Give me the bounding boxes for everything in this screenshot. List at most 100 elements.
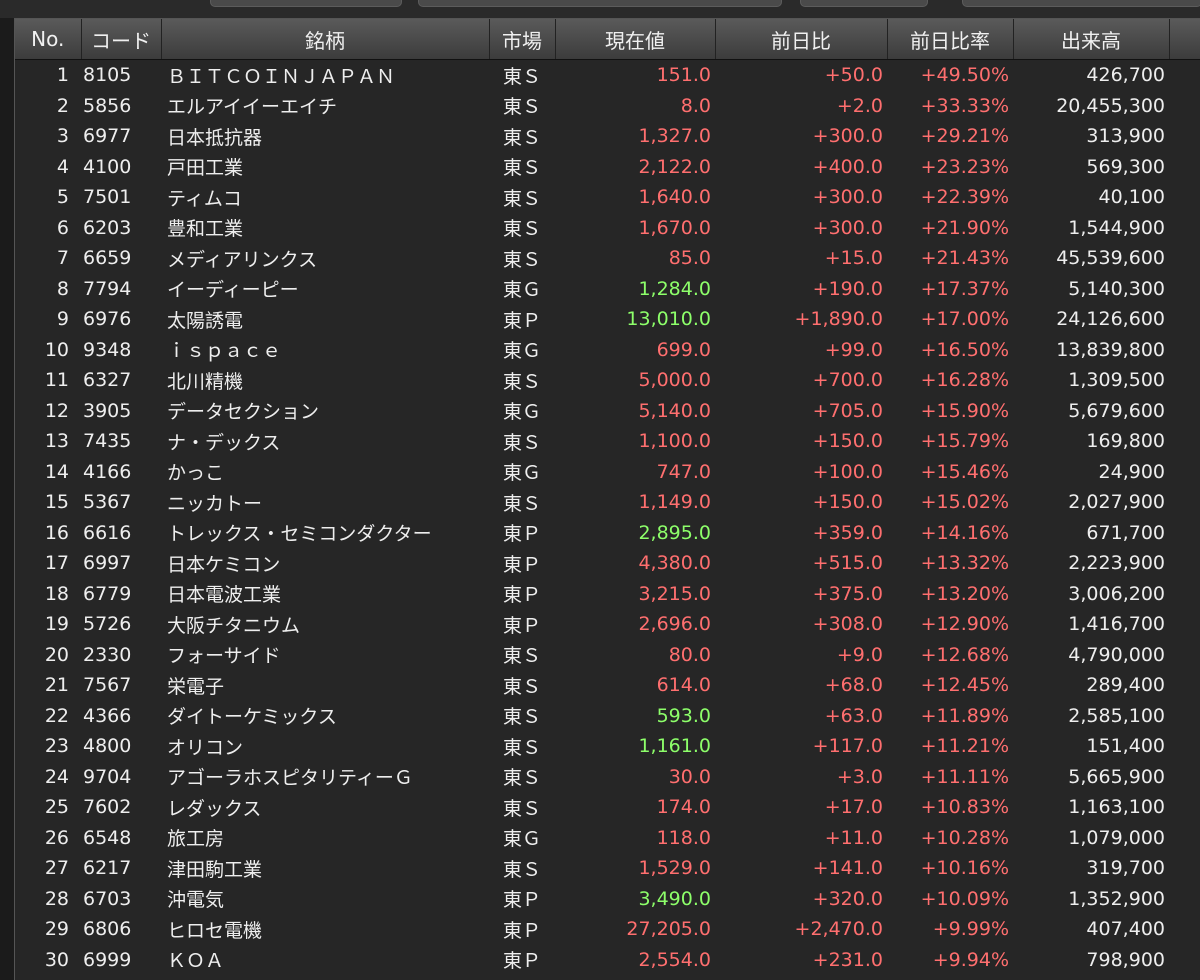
row-change-pct: +11.89% (920, 704, 1009, 727)
header-change[interactable]: 前日比 (715, 19, 888, 60)
row-change-pct: +10.83% (920, 796, 1009, 819)
row-no: 23 (44, 735, 69, 758)
row-market: 東Ｓ (503, 126, 542, 149)
row-no: 14 (44, 460, 69, 483)
row-volume: 313,900 (1086, 125, 1165, 148)
table-row[interactable]: 8 7794 イーディーピー 東Ｇ 1,284.0 +190.0 +17.37% 5,140,… (15, 273, 1200, 304)
table-row[interactable]: 17 6997 日本ケミコン 東Ｐ 4,380.0 +515.0 +13.32% 2,223,… (15, 548, 1200, 579)
row-change: +359.0 (812, 521, 883, 544)
table-row[interactable]: 21 7567 栄電子 東Ｓ 614.0 +68.0 +12.45% 289,400 (15, 670, 1200, 701)
row-market: 東Ｐ (503, 584, 542, 607)
table-row[interactable]: 7 6659 メディアリンクス 東Ｓ 85.0 +15.0 +21.43% 45,539,60… (15, 243, 1200, 274)
table-row[interactable]: 15 5367 ニッカトー 東Ｓ 1,149.0 +150.0 +15.02% 2,027,9… (15, 487, 1200, 518)
row-code: 4166 (83, 460, 132, 483)
row-volume: 289,400 (1086, 674, 1165, 697)
table-row[interactable]: 22 4366 ダイトーケミックス 東Ｓ 593.0 +63.0 +11.89% 2,585,… (15, 700, 1200, 731)
row-change: +231.0 (812, 948, 883, 971)
row-volume: 2,223,900 (1068, 552, 1165, 575)
table-row[interactable]: 2 5856 エルアイイーエイチ 東Ｓ 8.0 +2.0 +33.33% 20,455,300 (15, 90, 1200, 121)
row-code: 7435 (83, 430, 132, 453)
row-no: 19 (44, 613, 69, 636)
row-no: 10 (44, 338, 69, 361)
row-filler (1169, 853, 1200, 884)
row-change-pct: +12.68% (920, 643, 1009, 666)
table-row[interactable]: 10 9348 ｉｓｐａｃｅ 東Ｇ 699.0 +99.0 +16.50% 13,839,80… (15, 334, 1200, 365)
table-row[interactable]: 27 6217 津田駒工業 東Ｓ 1,529.0 +141.0 +10.16% 319,700 (15, 853, 1200, 884)
row-change-pct: +16.50% (920, 338, 1009, 361)
table-row[interactable]: 11 6327 北川精機 東Ｓ 5,000.0 +700.0 +16.28% 1,309,50… (15, 365, 1200, 396)
row-no: 26 (44, 826, 69, 849)
table-row[interactable]: 3 6977 日本抵抗器 東Ｓ 1,327.0 +300.0 +29.21% 313,900 (15, 121, 1200, 152)
toolbar-tab[interactable] (210, 0, 402, 7)
table-row[interactable]: 4 4100 戸田工業 東Ｓ 2,122.0 +400.0 +23.23% 569,300 (15, 151, 1200, 182)
row-filler (1169, 609, 1200, 640)
table-row[interactable]: 19 5726 大阪チタニウム 東Ｐ 2,696.0 +308.0 +12.90% 1,416… (15, 609, 1200, 640)
header-code[interactable]: コード (81, 19, 162, 60)
toolbar-tab[interactable] (418, 0, 782, 7)
row-no: 6 (56, 216, 69, 239)
table-row[interactable]: 5 7501 ティムコ 東Ｓ 1,640.0 +300.0 +22.39% 40,100 (15, 182, 1200, 213)
row-change-pct: +11.11% (920, 765, 1009, 788)
header-volume[interactable]: 出来高 (1013, 19, 1170, 60)
table-row[interactable]: 24 9704 アゴーラホスピタリティーＧ 東Ｓ 30.0 +3.0 +11.11% 5,66… (15, 761, 1200, 792)
row-volume: 1,309,500 (1068, 369, 1165, 392)
row-price: 151.0 (656, 64, 711, 87)
row-change-pct: +9.99% (932, 918, 1009, 941)
header-name[interactable]: 銘柄 (161, 19, 490, 60)
table-row[interactable]: 30 6999 ＫＯＡ 東Ｐ 2,554.0 +231.0 +9.94% 798,900 (15, 944, 1200, 975)
table-row[interactable]: 23 4800 オリコン 東Ｓ 1,161.0 +117.0 +11.21% 151,400 (15, 731, 1200, 762)
row-filler (1169, 121, 1200, 152)
row-filler (1169, 579, 1200, 610)
table-row[interactable]: 13 7435 ナ・デックス 東Ｓ 1,100.0 +150.0 +15.79% 169,80… (15, 426, 1200, 457)
table-row[interactable]: 9 6976 太陽誘電 東Ｐ 13,010.0 +1,890.0 +17.00% 24,126… (15, 304, 1200, 335)
toolbar-tab[interactable] (962, 0, 1200, 7)
table-row[interactable]: 1 8105 ＢＩＴＣＯＩＮＪＡＰＡＮ 東Ｓ 151.0 +50.0 +49.50% 426,… (15, 59, 1200, 91)
row-change: +320.0 (812, 887, 883, 910)
table-row[interactable]: 12 3905 データセクション 東Ｇ 5,140.0 +705.0 +15.90% 5,67… (15, 395, 1200, 426)
row-change-pct: +29.21% (920, 125, 1009, 148)
row-change: +2,470.0 (794, 918, 883, 941)
table-row[interactable]: 28 6703 沖電気 東Ｐ 3,490.0 +320.0 +10.09% 1,352,900 (15, 883, 1200, 914)
header-change-pct[interactable]: 前日比率 (887, 19, 1014, 60)
row-market: 東Ｐ (503, 889, 542, 912)
row-code: 6976 (83, 308, 132, 331)
row-filler (1169, 457, 1200, 488)
row-name: 日本抵抗器 (167, 126, 263, 149)
table-row[interactable]: 26 6548 旅工房 東Ｇ 118.0 +11.0 +10.28% 1,079,000 (15, 822, 1200, 853)
table-row[interactable]: 29 6806 ヒロセ電機 東Ｐ 27,205.0 +2,470.0 +9.99% 407,4… (15, 914, 1200, 945)
row-code: 5367 (83, 491, 132, 514)
row-change: +68.0 (824, 674, 883, 697)
row-filler (1169, 640, 1200, 671)
header-no[interactable]: No. (15, 19, 82, 60)
row-code: 7501 (83, 186, 132, 209)
row-market: 東Ｓ (503, 858, 542, 881)
row-filler (1169, 243, 1200, 274)
table-row[interactable]: 18 6779 日本電波工業 東Ｐ 3,215.0 +375.0 +13.20% 3,006,… (15, 578, 1200, 610)
header-price[interactable]: 現在値 (555, 19, 716, 60)
row-market: 東Ｓ (503, 797, 542, 820)
row-change-pct: +33.33% (920, 94, 1009, 117)
toolbar-tab[interactable] (800, 0, 928, 7)
row-code: 6997 (83, 552, 132, 575)
row-change: +15.0 (824, 247, 883, 270)
row-market: 東Ｓ (503, 187, 542, 210)
table-row[interactable]: 14 4166 かっこ 東Ｇ 747.0 +100.0 +15.46% 24,900 (15, 456, 1200, 488)
row-market: 東Ｓ (503, 218, 542, 241)
row-price: 4,380.0 (638, 552, 711, 575)
row-change-pct: +17.00% (920, 308, 1009, 331)
row-code: 6999 (83, 948, 132, 971)
row-market: 東Ｇ (503, 828, 542, 851)
row-code: 4800 (83, 735, 132, 758)
table-row[interactable]: 20 2330 フォーサイド 東Ｓ 80.0 +9.0 +12.68% 4,790,000 (15, 639, 1200, 671)
row-filler (1169, 731, 1200, 762)
header-market[interactable]: 市場 (489, 19, 556, 60)
table-row[interactable]: 16 6616 トレックス・セミコンダクター 東Ｐ 2,895.0 +359.0 +14.1… (15, 517, 1200, 548)
row-no: 16 (44, 521, 69, 544)
table-row[interactable]: 25 7602 レダックス 東Ｓ 174.0 +17.0 +10.83% 1,163,100 (15, 792, 1200, 823)
table-row[interactable]: 6 6203 豊和工業 東Ｓ 1,670.0 +300.0 +21.90% 1,544,900 (15, 212, 1200, 243)
row-change: +300.0 (812, 125, 883, 148)
row-volume: 24,126,600 (1056, 308, 1165, 331)
row-price: 2,696.0 (638, 613, 711, 636)
row-name: 日本ケミコン (167, 553, 281, 576)
row-code: 6703 (83, 887, 132, 910)
